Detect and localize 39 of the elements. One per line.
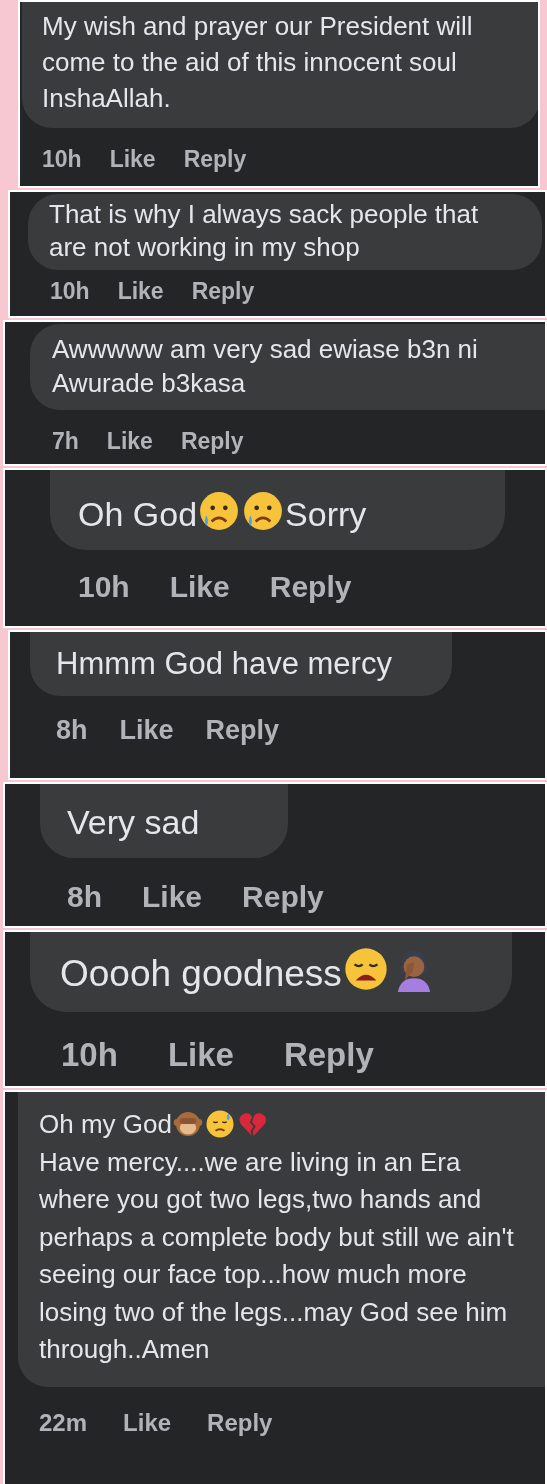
comment-text: Very sad xyxy=(67,803,200,841)
like-link[interactable]: Like xyxy=(167,1030,234,1080)
comment-text: Oh my God xyxy=(39,1109,172,1139)
comment-time: 10h xyxy=(61,1035,118,1075)
sweat-face-icon xyxy=(204,1109,235,1139)
reply-link[interactable]: Reply xyxy=(269,564,352,609)
like-link[interactable]: Like xyxy=(109,142,156,177)
comment-text: Hmmm God have mercy xyxy=(56,646,392,681)
crying-face-icon xyxy=(242,490,285,532)
weary-face-icon xyxy=(342,946,389,992)
comment-text: My wish and prayer our President will come to the aid of this innocent soul InshaAllah. xyxy=(42,11,473,113)
comment-time: 8h xyxy=(56,714,88,747)
comment-time: 7h xyxy=(52,427,79,456)
comment-text: That is why I always sack people that are not working in my shop xyxy=(49,199,479,262)
reply-link[interactable]: Reply xyxy=(283,1030,374,1080)
like-link[interactable]: Like xyxy=(119,710,174,751)
comment-text: Sorry xyxy=(285,495,367,533)
like-link[interactable]: Like xyxy=(169,564,230,609)
comment-time: 10h xyxy=(42,145,82,174)
comment-text: Ooooh goodness xyxy=(60,953,342,994)
reply-link[interactable]: Reply xyxy=(180,424,244,459)
like-link[interactable]: Like xyxy=(123,1404,172,1441)
comment-time: 10h xyxy=(78,569,130,605)
comment-time: 10h xyxy=(50,277,90,306)
monkey-face-icon xyxy=(172,1109,203,1139)
comment-time: 8h xyxy=(67,879,102,915)
comment-time: 22m xyxy=(39,1407,88,1438)
like-link[interactable]: Like xyxy=(142,874,203,919)
comment-text: Awwwww am very sad ewiase b3n ni Awurade b3kasa xyxy=(52,334,478,398)
comment-text: Have mercy....we are living in an Era where you got two legs,two hands and perhaps a complete body but still we ain't seeing our face top...how much more losing two of the legs...may God see him through..Amen xyxy=(39,1146,514,1364)
reply-link[interactable]: Reply xyxy=(191,274,255,309)
reply-link[interactable]: Reply xyxy=(207,1404,273,1441)
comment-text: Oh God xyxy=(78,495,198,533)
reply-link[interactable]: Reply xyxy=(242,874,324,919)
crying-face-icon xyxy=(198,490,241,532)
reply-link[interactable]: Reply xyxy=(205,710,280,751)
reply-link[interactable]: Reply xyxy=(183,142,247,177)
like-link[interactable]: Like xyxy=(106,424,153,459)
like-link[interactable]: Like xyxy=(117,274,164,309)
